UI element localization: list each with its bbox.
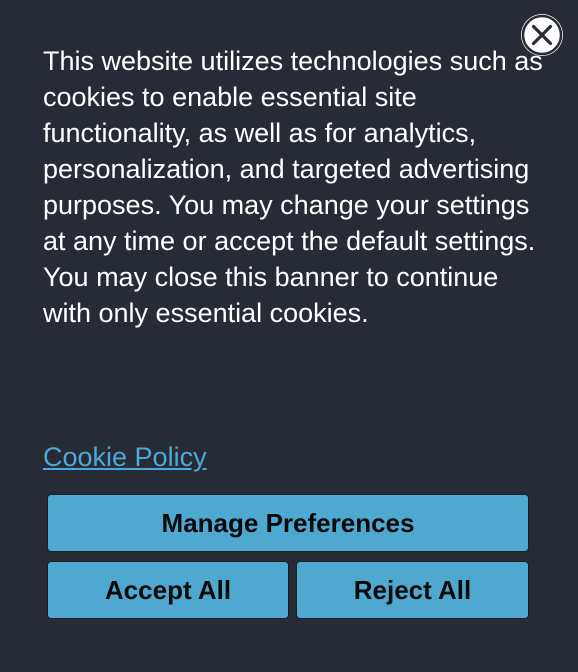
- reject-all-button[interactable]: Reject All: [296, 561, 529, 619]
- banner-message: This website utilizes technologies such …: [43, 46, 543, 328]
- cookie-banner: This website utilizes technologies such …: [0, 0, 578, 672]
- accept-all-button[interactable]: Accept All: [47, 561, 289, 619]
- cookie-policy-link[interactable]: Cookie Policy: [43, 439, 207, 475]
- manage-preferences-button[interactable]: Manage Preferences: [47, 494, 529, 552]
